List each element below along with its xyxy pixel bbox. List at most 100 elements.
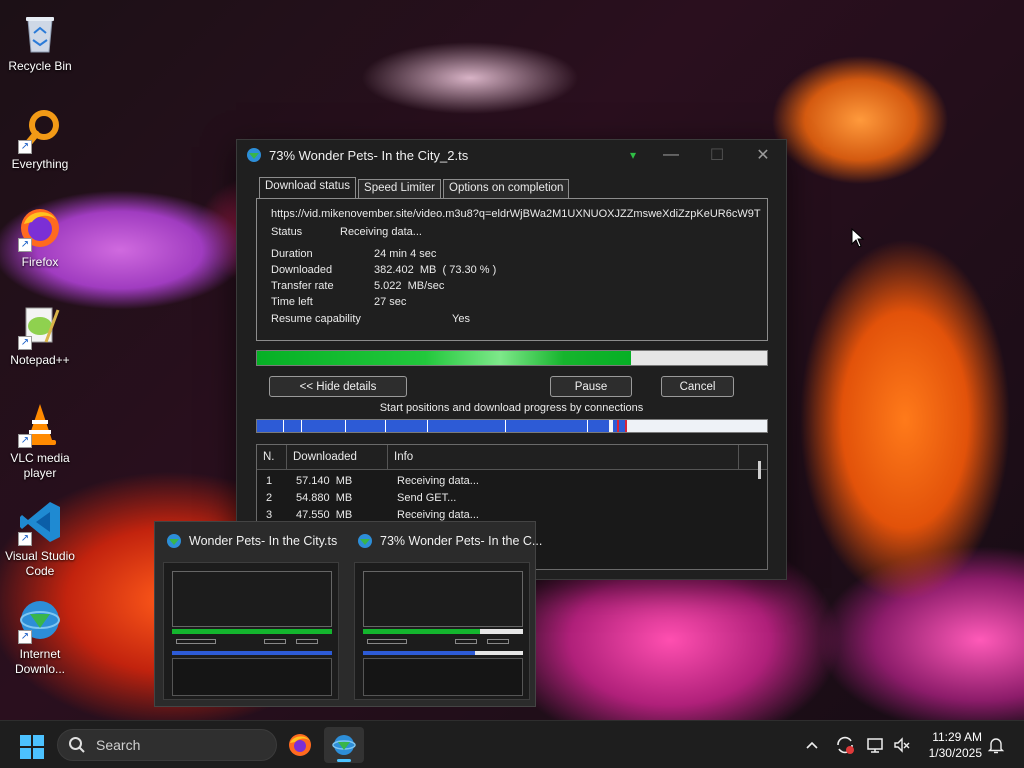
status-row: Status Receiving data...: [271, 226, 422, 238]
time-left-value: 27 sec: [374, 296, 407, 308]
desktop-icon-label: Notepad++: [10, 353, 70, 367]
desktop-icon-label: Recycle Bin: [8, 59, 72, 73]
table-row[interactable]: 1 57.140 MB Receiving data...: [257, 472, 767, 489]
desktop-icon-firefox[interactable]: ↗ Firefox: [0, 204, 80, 270]
desktop-icon-label: Visual Studio Code: [5, 549, 75, 578]
taskbar-idm[interactable]: [324, 727, 364, 763]
desktop-icon-label: Everything: [11, 157, 69, 171]
taskbar-clock[interactable]: 11:29 AM 1/30/2025: [929, 729, 982, 761]
shortcut-arrow-icon: ↗: [18, 336, 32, 350]
transfer-rate-row: Transfer rate 5.022 MB/sec: [271, 280, 444, 292]
connection-progress-segment: [257, 420, 609, 432]
volume-tray[interactable]: [892, 721, 912, 768]
row-downloaded: 57.140 MB: [296, 474, 353, 487]
connection-active-marker: [617, 420, 619, 432]
windows-start-icon[interactable]: [20, 735, 44, 759]
column-header-info[interactable]: Info: [388, 445, 739, 469]
maximize-button[interactable]: ☐: [694, 140, 740, 170]
show-hidden-icons-button[interactable]: [804, 721, 820, 768]
duration-label: Duration: [271, 248, 313, 260]
shortcut-arrow-icon: ↗: [18, 140, 32, 154]
chevron-up-icon: [806, 741, 818, 749]
tab-download-status[interactable]: Download status: [259, 177, 357, 198]
row-info: Receiving data...: [397, 474, 479, 487]
search-placeholder: Search: [96, 737, 141, 753]
thumbnail-item[interactable]: Wonder Pets- In the City.ts: [155, 522, 345, 708]
time-left-label: Time left: [271, 296, 313, 308]
download-progress-bar: [256, 350, 768, 366]
network-tray[interactable]: [866, 721, 886, 768]
desktop-icon-label: VLC media player: [10, 451, 70, 480]
idm-icon: [332, 735, 356, 755]
taskbar-firefox[interactable]: [280, 727, 320, 763]
downloaded-label: Downloaded: [271, 264, 333, 276]
row-info: Receiving data...: [397, 508, 479, 521]
active-app-indicator: [337, 759, 351, 762]
search-icon: [69, 737, 85, 753]
thumbnail-preview: [354, 562, 530, 700]
vlc-icon: ↗: [16, 400, 64, 448]
taskbar: Search 11:29 AM 1/30/2025: [0, 720, 1024, 768]
bell-icon: [987, 738, 1005, 754]
row-number: 2: [266, 491, 273, 504]
duration-row: Duration 24 min 4 sec: [271, 248, 436, 260]
row-downloaded: 54.880 MB: [296, 491, 353, 504]
everything-search-icon: ↗: [16, 106, 64, 154]
connection-start-marker: [301, 420, 302, 432]
connection-start-marker: [283, 420, 284, 432]
desktop-icon-recycle-bin[interactable]: Recycle Bin: [0, 8, 80, 74]
idm-app-icon: [247, 148, 261, 162]
table-row[interactable]: 2 54.880 MB Send GET...: [257, 489, 767, 506]
idm-icon: ↗: [16, 596, 64, 644]
taskbar-search-box[interactable]: Search: [57, 729, 277, 761]
desktop-icon-label: Internet Downlo...: [14, 647, 66, 676]
transfer-rate-value: 5.022 MB/sec: [374, 280, 445, 292]
idm-app-icon: [358, 534, 372, 548]
desktop-icon-everything[interactable]: ↗ Everything: [0, 106, 80, 172]
time-left-row: Time left 27 sec: [271, 296, 406, 308]
connection-start-marker: [587, 420, 588, 432]
desktop-icon-vlc[interactable]: ↗ VLC media player: [0, 400, 80, 481]
downloaded-value: 382.402 MB ( 73.30 % ): [374, 264, 497, 276]
hide-details-button[interactable]: << Hide details: [269, 376, 407, 397]
window-titlebar[interactable]: 73% Wonder Pets- In the City_2.ts ▾ — ☐ …: [237, 140, 786, 170]
pause-button[interactable]: Pause: [550, 376, 632, 397]
desktop-icon-notepadpp[interactable]: ↗ Notepad++: [0, 302, 80, 368]
thumbnail-item[interactable]: 73% Wonder Pets- In the C...: [346, 522, 542, 708]
thumbnail-title: Wonder Pets- In the City.ts: [189, 534, 338, 548]
connection-start-marker: [385, 420, 386, 432]
mouse-cursor-icon: [851, 228, 865, 248]
volume-muted-icon: [894, 737, 910, 753]
cancel-button[interactable]: Cancel: [661, 376, 734, 397]
connection-start-marker: [505, 420, 506, 432]
firefox-icon: ↗: [16, 204, 64, 252]
table-header: N. Downloaded Info: [257, 445, 767, 470]
connection-active-marker: [625, 420, 627, 432]
green-arrow-icon[interactable]: ▾: [618, 140, 648, 170]
row-downloaded: 47.550 MB: [296, 508, 353, 521]
table-scrollbar[interactable]: [758, 461, 761, 479]
shortcut-arrow-icon: ↗: [18, 434, 32, 448]
firefox-icon: [289, 734, 311, 756]
clock-time: 11:29 AM: [932, 730, 982, 744]
tab-options-on-completion[interactable]: Options on completion: [443, 179, 570, 198]
sync-status-tray[interactable]: [834, 721, 856, 768]
clock-date: 1/30/2025: [928, 746, 982, 760]
window-title: 73% Wonder Pets- In the City_2.ts: [269, 147, 469, 163]
column-header-downloaded[interactable]: Downloaded: [287, 445, 388, 469]
close-button[interactable]: ✕: [740, 140, 786, 170]
taskbar-thumbnail-popup: Wonder Pets- In the City.ts 73% Wonder P…: [154, 521, 542, 708]
notifications-button[interactable]: [987, 721, 1005, 768]
download-progress-fill: [257, 351, 631, 365]
duration-value: 24 min 4 sec: [374, 248, 437, 260]
connections-caption: Start positions and download progress by…: [379, 402, 644, 414]
connection-start-marker: [427, 420, 428, 432]
desktop-icon-idm[interactable]: ↗ Internet Downlo...: [0, 596, 80, 677]
minimize-button[interactable]: —: [648, 140, 694, 170]
shortcut-arrow-icon: ↗: [18, 532, 32, 546]
column-header-n[interactable]: N.: [257, 445, 287, 469]
tab-speed-limiter[interactable]: Speed Limiter: [358, 179, 441, 198]
desktop-icon-vscode[interactable]: ↗ Visual Studio Code: [0, 498, 80, 579]
shortcut-arrow-icon: ↗: [18, 630, 32, 644]
thumbnail-title: 73% Wonder Pets- In the C...: [380, 534, 543, 548]
